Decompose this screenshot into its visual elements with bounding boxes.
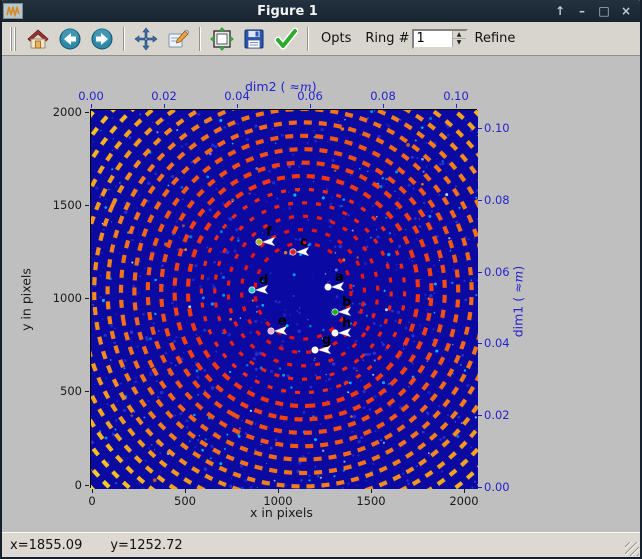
dim1-axis-tick bbox=[478, 272, 482, 273]
svg-text:a: a bbox=[335, 270, 344, 285]
dim2-axis-tick bbox=[383, 104, 384, 108]
dim1-tick-label: 0.04 bbox=[484, 336, 510, 350]
figure-window: Figure 1 ↑ – □ × bbox=[0, 0, 642, 559]
toolbar-separator bbox=[123, 27, 125, 51]
dim1-tick-label: 0.00 bbox=[484, 480, 510, 494]
toolbar-separator bbox=[199, 27, 201, 51]
dim1-axis-tick bbox=[478, 343, 482, 344]
forward-icon bbox=[90, 27, 114, 51]
resize-grip[interactable] bbox=[625, 542, 639, 556]
opts-button[interactable]: Opts bbox=[321, 31, 351, 46]
cursor-x-readout: x=1855.09 bbox=[10, 538, 82, 553]
y-axis-tick bbox=[85, 391, 89, 392]
x-axis-tick bbox=[278, 489, 279, 493]
svg-text:b: b bbox=[342, 295, 351, 310]
dim2-tick-label: 0.06 bbox=[297, 89, 323, 103]
x-axis-tick bbox=[371, 489, 372, 493]
forward-button[interactable] bbox=[86, 25, 118, 53]
x-axis-tick-label: 500 bbox=[174, 494, 196, 508]
refine-button[interactable]: Refine bbox=[475, 31, 516, 46]
back-icon bbox=[58, 27, 82, 51]
home-button[interactable] bbox=[22, 25, 54, 53]
y-axis-tick bbox=[85, 298, 89, 299]
y-axis-tick-label: 500 bbox=[44, 384, 82, 398]
dim2-tick-label: 0.08 bbox=[370, 89, 396, 103]
dim2-axis-tick bbox=[310, 104, 311, 108]
x-axis-tick-label: 1500 bbox=[356, 494, 385, 508]
toolbar: Opts Ring # ▲ ▼ Refine bbox=[2, 22, 640, 56]
home-icon bbox=[26, 27, 50, 51]
dim1-tick-label: 0.08 bbox=[484, 193, 510, 207]
subplots-button[interactable] bbox=[206, 25, 238, 53]
edit-icon bbox=[166, 27, 190, 51]
save-icon bbox=[242, 27, 266, 51]
cursor-y-readout: y=1252.72 bbox=[110, 538, 182, 553]
x-axis-tick-label: 1000 bbox=[263, 494, 292, 508]
svg-text:d: d bbox=[259, 273, 268, 288]
save-button[interactable] bbox=[238, 25, 270, 53]
checkmark-icon bbox=[274, 27, 298, 51]
edit-button[interactable] bbox=[162, 25, 194, 53]
svg-text:c: c bbox=[300, 235, 308, 250]
y-axis-tick bbox=[85, 485, 89, 486]
ring-number-input[interactable] bbox=[414, 31, 452, 47]
left-axis-title: y in pixels bbox=[19, 260, 34, 340]
maximize-button[interactable]: □ bbox=[596, 3, 612, 19]
dim1-axis-tick bbox=[478, 415, 482, 416]
pan-button[interactable] bbox=[130, 25, 162, 53]
dim2-tick-label: 0.02 bbox=[151, 89, 177, 103]
y-axis-tick-label: 0 bbox=[44, 478, 82, 492]
window-title: Figure 1 bbox=[23, 4, 552, 19]
svg-text:f: f bbox=[266, 225, 272, 240]
spin-up-icon[interactable]: ▲ bbox=[453, 31, 466, 40]
figure-canvas[interactable]: dim2 ( ≈m) y in pixels dim1 ( ≈m) x in p… bbox=[2, 56, 640, 532]
dim2-axis-tick bbox=[456, 104, 457, 108]
subplots-icon bbox=[210, 27, 234, 51]
svg-text:g: g bbox=[322, 333, 331, 348]
dim1-axis-tick bbox=[478, 128, 482, 129]
y-axis-tick-label: 1000 bbox=[44, 291, 82, 305]
x-axis-tick-label: 2000 bbox=[449, 494, 478, 508]
dim1-tick-label: 0.02 bbox=[484, 408, 510, 422]
x-axis-tick bbox=[92, 489, 93, 493]
y-axis-tick-label: 2000 bbox=[44, 105, 82, 119]
x-axis-tick-label: 0 bbox=[88, 494, 95, 508]
toolbar-grip[interactable] bbox=[10, 27, 18, 51]
matplotlib-logo-icon bbox=[3, 3, 23, 19]
dim2-tick-label: 0.10 bbox=[443, 89, 469, 103]
minimize-button[interactable]: – bbox=[574, 3, 590, 19]
accept-button[interactable] bbox=[270, 25, 302, 53]
svg-text:h: h bbox=[342, 316, 351, 331]
dim1-tick-label: 0.10 bbox=[484, 121, 510, 135]
pan-icon bbox=[134, 27, 158, 51]
back-button[interactable] bbox=[54, 25, 86, 53]
close-button[interactable]: × bbox=[618, 3, 634, 19]
y-axis-tick bbox=[85, 205, 89, 206]
status-bar: x=1855.09 y=1252.72 bbox=[2, 532, 640, 557]
dim2-axis-tick bbox=[164, 104, 165, 108]
spin-down-icon[interactable]: ▼ bbox=[453, 39, 466, 47]
dim1-axis-tick bbox=[478, 487, 482, 488]
x-axis-tick bbox=[185, 489, 186, 493]
dim2-axis-tick bbox=[91, 104, 92, 108]
y-axis-tick bbox=[85, 112, 89, 113]
dim2-axis-tick bbox=[237, 104, 238, 108]
ring-number-label: Ring # bbox=[365, 31, 409, 46]
y-axis-tick-label: 1500 bbox=[44, 198, 82, 212]
svg-text:e: e bbox=[278, 314, 287, 329]
toolbar-separator bbox=[307, 27, 309, 51]
title-bar[interactable]: Figure 1 ↑ – □ × bbox=[0, 0, 642, 22]
dim2-tick-label: 0.00 bbox=[78, 89, 104, 103]
dim1-axis-tick bbox=[478, 200, 482, 201]
dim2-tick-label: 0.04 bbox=[224, 89, 250, 103]
right-axis-title: dim1 ( ≈m) bbox=[511, 257, 526, 347]
ring-number-spinbox[interactable]: ▲ ▼ bbox=[412, 29, 468, 49]
dim1-tick-label: 0.06 bbox=[484, 265, 510, 279]
rollup-button[interactable]: ↑ bbox=[552, 3, 568, 19]
plot-area[interactable]: ab c d e f gh bbox=[90, 109, 477, 488]
x-axis-tick bbox=[464, 489, 465, 493]
